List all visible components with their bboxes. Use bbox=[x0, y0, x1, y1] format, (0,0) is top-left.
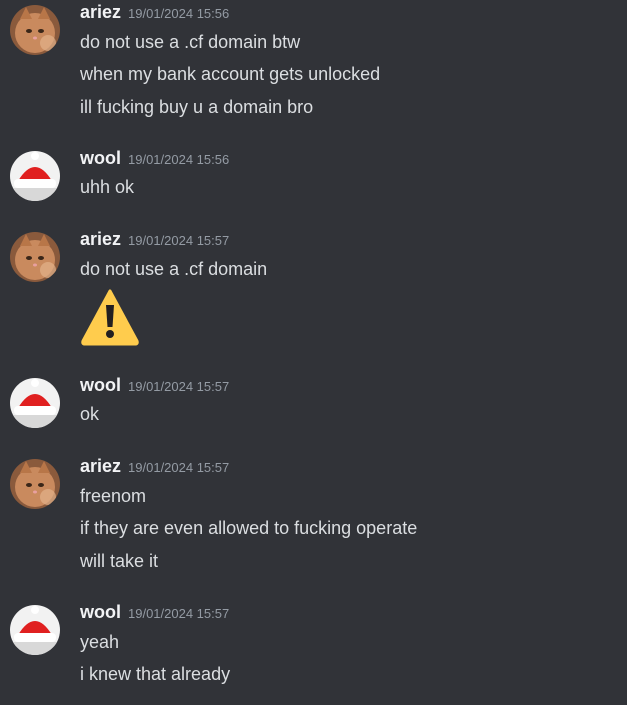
message-text: if they are even allowed to fucking oper… bbox=[80, 518, 418, 538]
message-text: i knew that already bbox=[80, 664, 231, 684]
username[interactable]: wool bbox=[80, 375, 121, 395]
message-text: freenom bbox=[80, 486, 147, 506]
message-text: uhh ok bbox=[80, 177, 135, 197]
message-header: wool 19/01/2024 15:57 bbox=[80, 375, 229, 397]
message-text: ill fucking buy u a domain bro bbox=[80, 97, 314, 117]
timestamp: 19/01/2024 15:57 bbox=[128, 379, 230, 394]
message-text: do not use a .cf domain btw bbox=[80, 32, 301, 52]
username[interactable]: ariez bbox=[80, 456, 121, 476]
cat-avatar-icon[interactable] bbox=[10, 459, 60, 509]
message-header: ariez 19/01/2024 15:57 bbox=[80, 229, 229, 251]
message-header: wool 19/01/2024 15:56 bbox=[80, 148, 229, 170]
message-header: ariez 19/01/2024 15:56 bbox=[80, 2, 229, 24]
santa-hat-avatar-icon[interactable] bbox=[10, 605, 60, 655]
timestamp: 19/01/2024 15:56 bbox=[128, 6, 230, 21]
username[interactable]: wool bbox=[80, 602, 121, 622]
username[interactable]: ariez bbox=[80, 2, 121, 22]
timestamp: 19/01/2024 15:57 bbox=[128, 233, 230, 248]
message-header: ariez 19/01/2024 15:57 bbox=[80, 456, 229, 478]
message-text: ok bbox=[80, 404, 100, 424]
username[interactable]: ariez bbox=[80, 229, 121, 249]
message-text: when my bank account gets unlocked bbox=[80, 64, 381, 84]
cat-avatar-icon[interactable] bbox=[10, 5, 60, 55]
timestamp: 19/01/2024 15:57 bbox=[128, 606, 230, 621]
santa-hat-avatar-icon[interactable] bbox=[10, 378, 60, 428]
cat-avatar-icon[interactable] bbox=[10, 232, 60, 282]
username[interactable]: wool bbox=[80, 148, 121, 168]
message-text: yeah bbox=[80, 632, 120, 652]
warning-emoji-icon[interactable] bbox=[80, 288, 140, 346]
timestamp: 19/01/2024 15:57 bbox=[128, 460, 230, 475]
message-header: wool 19/01/2024 15:57 bbox=[80, 602, 229, 624]
message-text: do not use a .cf domain bbox=[80, 259, 268, 279]
timestamp: 19/01/2024 15:56 bbox=[128, 152, 230, 167]
santa-hat-avatar-icon[interactable] bbox=[10, 151, 60, 201]
message-text: will take it bbox=[80, 551, 159, 571]
